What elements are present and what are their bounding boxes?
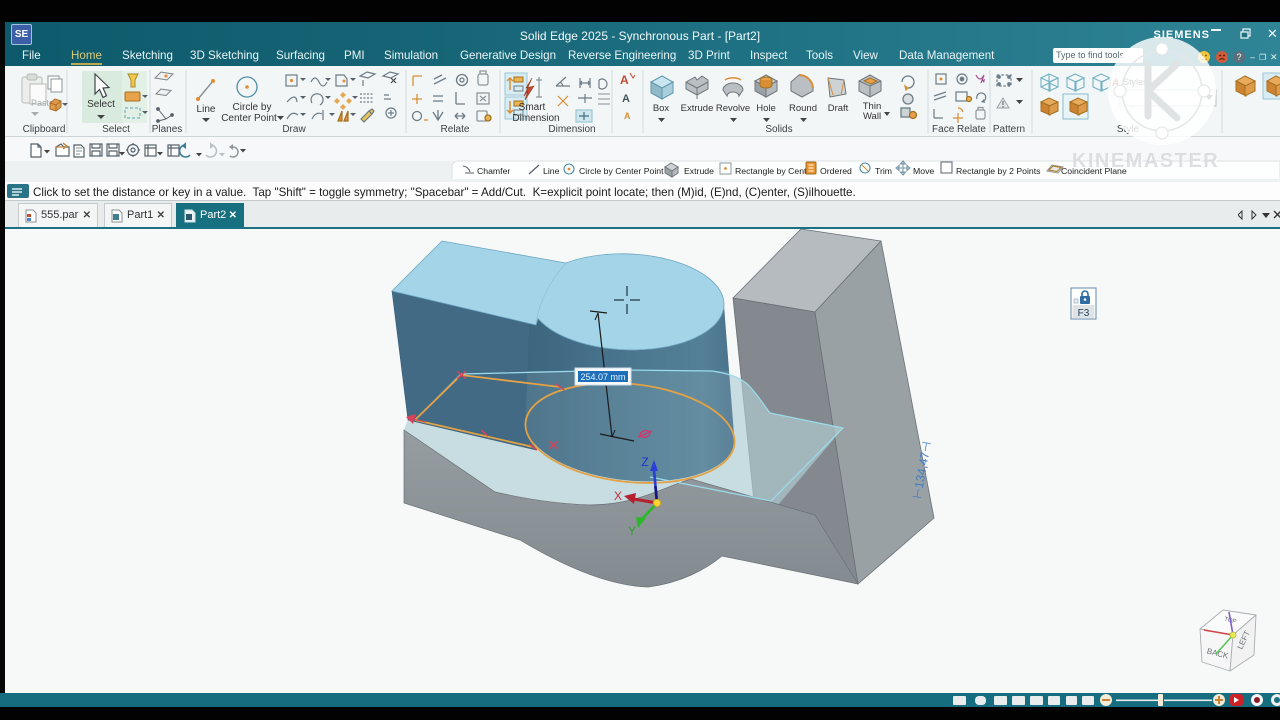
svg-text:Draw: Draw xyxy=(282,124,306,135)
svg-text:Rectangle by Center: Rectangle by Center xyxy=(735,166,814,176)
svg-text:Solids: Solids xyxy=(765,124,792,135)
svg-text:Face Relate: Face Relate xyxy=(932,124,986,135)
svg-text:Select: Select xyxy=(87,99,115,110)
svg-text:Circle by: Circle by xyxy=(233,102,272,113)
svg-text:Relate: Relate xyxy=(441,124,470,135)
svg-text:Hole: Hole xyxy=(756,103,776,114)
svg-text:Dimension: Dimension xyxy=(548,124,595,135)
svg-text:Extrude: Extrude xyxy=(681,103,714,114)
svg-text:Circle by Center Point: Circle by Center Point xyxy=(579,166,664,176)
svg-text:?: ? xyxy=(1236,52,1241,62)
svg-text:Wall: Wall xyxy=(863,111,881,122)
svg-text:Line: Line xyxy=(197,104,216,115)
svg-text:X: X xyxy=(614,489,622,503)
svg-text:Draft: Draft xyxy=(828,103,849,114)
svg-text:❐: ❐ xyxy=(1259,53,1266,62)
svg-text:Revolve: Revolve xyxy=(716,103,750,114)
svg-text:Move: Move xyxy=(913,166,934,176)
svg-text:Ordered: Ordered xyxy=(820,166,852,176)
svg-text:Clipboard: Clipboard xyxy=(23,124,66,135)
svg-text:Smart: Smart xyxy=(519,102,546,113)
svg-text:–: – xyxy=(1250,52,1255,62)
svg-text:254.07 mm: 254.07 mm xyxy=(580,372,625,382)
svg-text:Trim: Trim xyxy=(875,166,892,176)
svg-text:Z: Z xyxy=(641,455,648,469)
svg-text:Box: Box xyxy=(653,103,670,114)
svg-text:Line: Line xyxy=(543,166,560,176)
svg-text:Center Point: Center Point xyxy=(221,113,277,124)
svg-text:A: A xyxy=(624,111,631,121)
svg-text:A: A xyxy=(620,73,629,87)
svg-text:Rectangle by 2 Points: Rectangle by 2 Points xyxy=(956,166,1041,176)
svg-text:Dimension: Dimension xyxy=(512,113,559,124)
svg-text:Extrude: Extrude xyxy=(684,166,714,176)
svg-text:Chamfer: Chamfer xyxy=(477,166,510,176)
svg-text:Pattern: Pattern xyxy=(993,124,1025,135)
svg-text:Planes: Planes xyxy=(152,124,183,135)
svg-text:✕: ✕ xyxy=(1270,52,1278,62)
svg-text:Round: Round xyxy=(789,103,817,114)
svg-text:F3: F3 xyxy=(1078,308,1090,319)
svg-text:A: A xyxy=(622,93,630,105)
svg-text:Y: Y xyxy=(628,524,636,538)
svg-text:Select: Select xyxy=(102,124,130,135)
